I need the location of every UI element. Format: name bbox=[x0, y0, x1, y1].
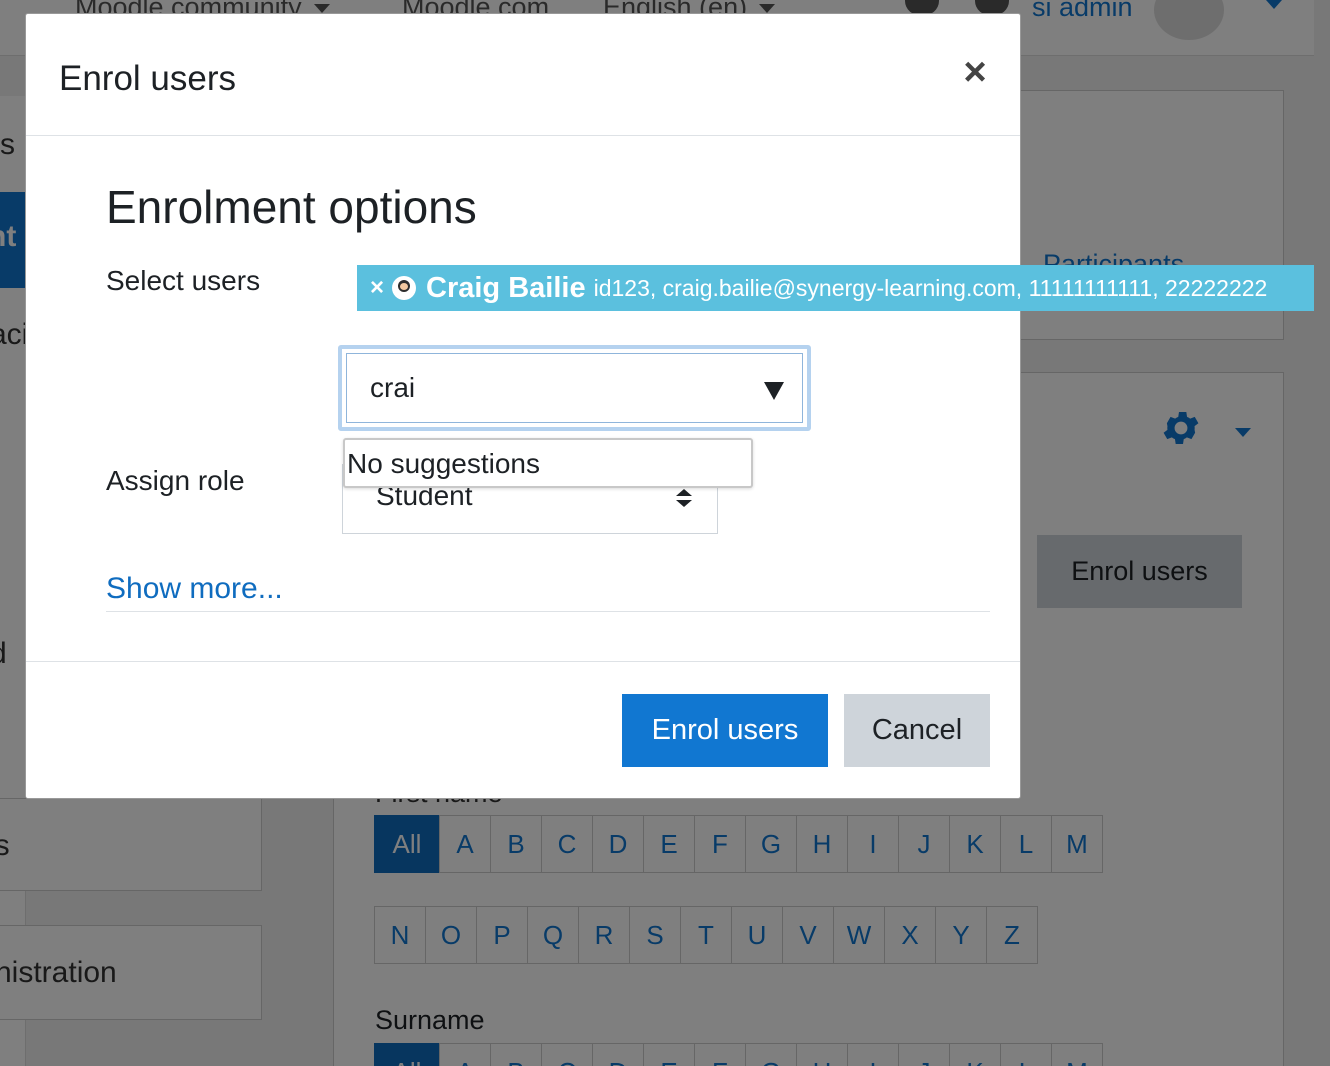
enrolment-options-heading: Enrolment options bbox=[106, 181, 477, 233]
suggestions-dropdown: No suggestions bbox=[343, 438, 753, 488]
assign-role-label: Assign role bbox=[106, 465, 245, 496]
selected-user-chip[interactable]: × Craig Bailie id123, craig.bailie@syner… bbox=[357, 265, 1314, 311]
select-arrows-icon bbox=[676, 489, 692, 509]
modal-title: Enrol users bbox=[59, 59, 237, 98]
modal-header: Enrol users × bbox=[26, 14, 1020, 136]
user-search-wrapper bbox=[338, 345, 811, 431]
selected-user-details: id123, craig.bailie@synergy-learning.com… bbox=[593, 274, 1268, 301]
remove-icon[interactable]: × bbox=[370, 274, 384, 302]
cancel-button[interactable]: Cancel bbox=[844, 694, 990, 767]
divider bbox=[106, 611, 990, 612]
selected-user-name: Craig Bailie bbox=[426, 271, 586, 304]
enrol-users-modal: Enrol users × Enrolment options Select u… bbox=[25, 13, 1314, 799]
select-users-label: Select users bbox=[106, 265, 261, 296]
user-avatar-icon bbox=[392, 276, 417, 300]
enrol-users-button[interactable]: Enrol users bbox=[622, 694, 828, 767]
user-search-input[interactable] bbox=[346, 353, 803, 423]
dropdown-triangle-icon[interactable] bbox=[764, 382, 784, 400]
close-icon[interactable]: × bbox=[957, 52, 993, 92]
show-more-link[interactable]: Show more... bbox=[106, 572, 283, 606]
